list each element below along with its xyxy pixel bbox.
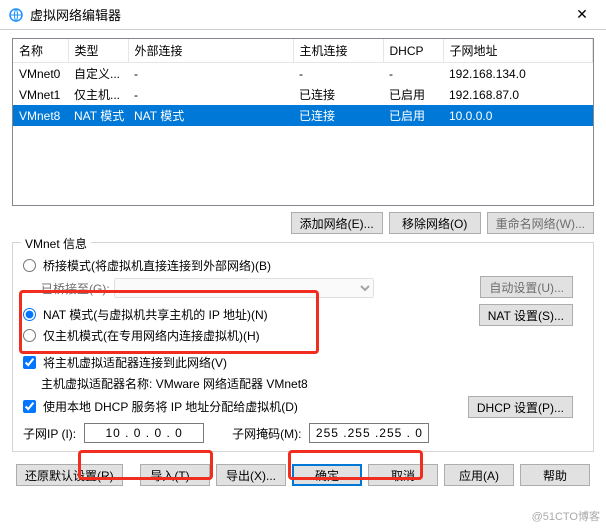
vmnet-info-group: VMnet 信息 桥接模式(将虚拟机直接连接到外部网络)(B) 已桥接至(G):…	[12, 242, 594, 452]
bridge-to-select	[114, 278, 374, 298]
hostonly-label: 仅主机模式(在专用网络内连接虚拟机)(H)	[43, 327, 260, 344]
auto-settings-button: 自动设置(U)...	[480, 276, 573, 298]
col-host[interactable]: 主机连接	[293, 39, 383, 63]
add-network-button[interactable]: 添加网络(E)...	[291, 212, 383, 234]
col-type[interactable]: 类型	[68, 39, 128, 63]
group-title: VMnet 信息	[21, 235, 91, 252]
watermark: @51CTO博客	[532, 508, 600, 524]
subnet-ip-input[interactable]	[84, 423, 204, 443]
nat-settings-button[interactable]: NAT 设置(S)...	[479, 304, 573, 326]
col-name[interactable]: 名称	[13, 39, 68, 63]
window-title: 虚拟网络编辑器	[30, 5, 566, 24]
adapter-name-label: 主机虚拟适配器名称:	[41, 377, 152, 391]
host-adapter-label: 将主机虚拟适配器连接到此网络(V)	[43, 354, 227, 371]
table-row[interactable]: VMnet0自定义...---192.168.134.0	[13, 63, 593, 85]
ok-button[interactable]: 确定	[292, 464, 362, 486]
col-ext[interactable]: 外部连接	[128, 39, 293, 63]
rename-network-button: 重命名网络(W)...	[487, 212, 594, 234]
export-button[interactable]: 导出(X)...	[216, 464, 286, 486]
adapter-name-value: VMware 网络适配器 VMnet8	[156, 377, 308, 391]
bridge-to-label: 已桥接至(G):	[41, 280, 110, 297]
subnet-ip-label: 子网IP (I):	[23, 425, 76, 442]
apply-button[interactable]: 应用(A)	[444, 464, 514, 486]
col-dhcp[interactable]: DHCP	[383, 39, 443, 63]
host-adapter-checkbox[interactable]	[23, 356, 36, 369]
import-button[interactable]: 导入(T)...	[140, 464, 210, 486]
help-button[interactable]: 帮助	[520, 464, 590, 486]
table-row[interactable]: VMnet1仅主机...-已连接已启用192.168.87.0	[13, 84, 593, 105]
table-row-selected[interactable]: VMnet8NAT 模式NAT 模式已连接已启用10.0.0.0	[13, 105, 593, 126]
dhcp-checkbox[interactable]	[23, 400, 36, 413]
hostonly-radio[interactable]	[23, 329, 36, 342]
nat-radio[interactable]	[23, 308, 36, 321]
app-icon	[8, 7, 24, 23]
title-bar: 虚拟网络编辑器 ✕	[0, 0, 606, 30]
subnet-mask-input[interactable]	[309, 423, 429, 443]
bridge-label: 桥接模式(将虚拟机直接连接到外部网络)(B)	[43, 257, 271, 274]
bridge-radio[interactable]	[23, 259, 36, 272]
remove-network-button[interactable]: 移除网络(O)	[389, 212, 481, 234]
dhcp-settings-button[interactable]: DHCP 设置(P)...	[468, 396, 573, 418]
restore-defaults-button[interactable]: 还原默认设置(R)	[16, 464, 123, 486]
cancel-button[interactable]: 取消	[368, 464, 438, 486]
close-icon[interactable]: ✕	[566, 6, 598, 23]
dhcp-label: 使用本地 DHCP 服务将 IP 地址分配给虚拟机(D)	[43, 398, 298, 415]
network-table[interactable]: 名称 类型 外部连接 主机连接 DHCP 子网地址 VMnet0自定义...--…	[12, 38, 594, 206]
nat-label: NAT 模式(与虚拟机共享主机的 IP 地址)(N)	[43, 306, 268, 323]
subnet-mask-label: 子网掩码(M):	[232, 425, 301, 442]
col-subnet[interactable]: 子网地址	[443, 39, 593, 63]
